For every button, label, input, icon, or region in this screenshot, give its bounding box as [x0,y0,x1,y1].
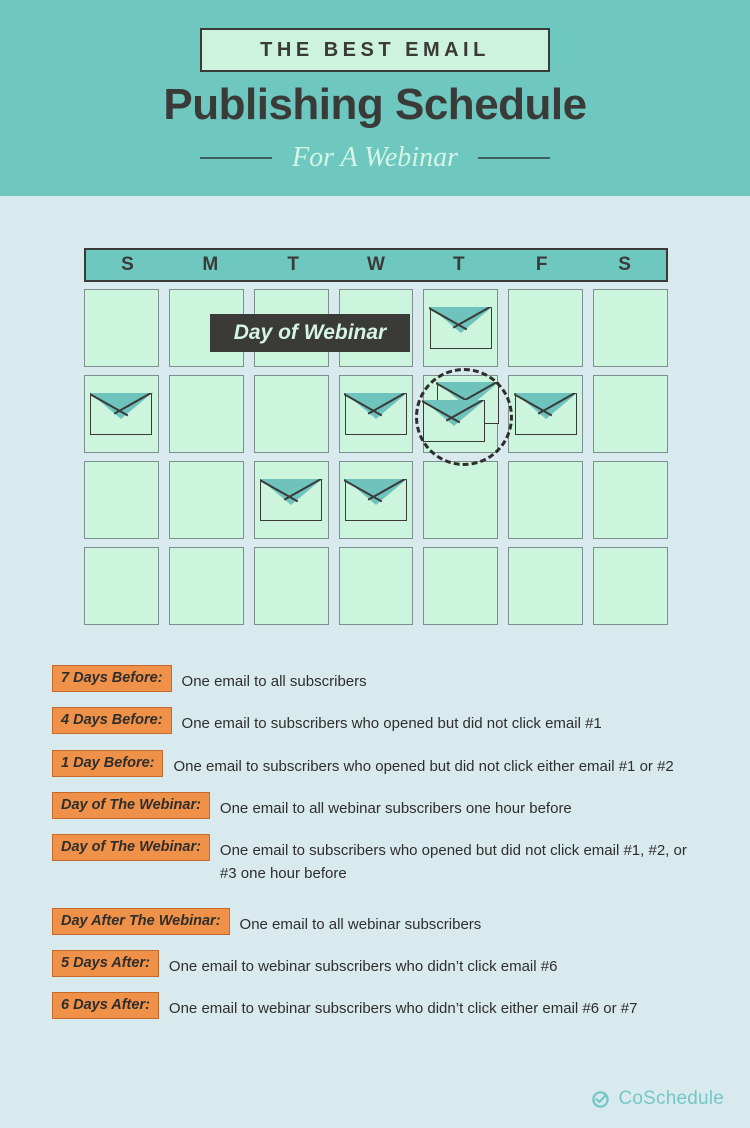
legend-badge: 5 Days After: [52,949,159,977]
subtitle-row: For A Webinar [0,142,750,174]
legend-badge: 4 Days Before: [52,707,172,735]
legend-description: One email to all subscribers [181,673,367,690]
calendar-cell[interactable] [168,375,244,453]
calendar-cell[interactable] [508,461,584,539]
coschedule-wordmark: CoSchedule [618,1088,724,1109]
envelope-flap [344,478,408,507]
calendar-row [84,368,668,466]
footer-brand: CoSchedule [590,1088,724,1110]
legend-badge: Day of The Webinar: [52,834,210,861]
calendar-day-header-row: SMTWTFS [84,248,668,282]
calendar-cell[interactable] [84,461,159,539]
calendar-cell[interactable] [338,375,414,453]
calendar-cell[interactable] [508,289,584,367]
calendar: S M T W T F S Day of Webinar [84,248,668,633]
envelope-icon [514,392,578,435]
calendar-cell[interactable] [508,547,584,625]
legend-description: One email to webinar subscribers who did… [168,957,558,975]
calendar-cell[interactable] [253,547,329,625]
calendar-cell[interactable] [253,461,329,539]
envelope-flap [259,478,323,507]
calendar-cell[interactable] [593,461,668,539]
calendar-row [84,547,668,625]
page-subtitle: For A Webinar [292,142,458,173]
legend-badge: 6 Days After: [52,992,159,1019]
envelope-flap [514,392,578,421]
page-title: Publishing Schedule [163,80,587,129]
calendar-cell[interactable] [423,289,499,367]
envelope-flap [422,399,486,428]
legend-item: 4 Days Before: One email to subscribers w… [52,707,732,735]
legend-description: One email to all webinar subscribers one… [219,799,572,817]
day-header-6: S [618,254,631,275]
calendar-cell[interactable] [338,547,414,625]
legend-description: One email to webinar subscribers who did… [168,1000,638,1017]
calendar-cell[interactable] [84,375,159,453]
envelope-flap [89,392,153,421]
envelope-icon [259,478,323,521]
day-header-5: F [535,254,548,275]
calendar-cell[interactable] [593,289,668,367]
calendar-cell[interactable] [338,461,414,539]
day-of-webinar-label: Day of Webinar [210,314,410,352]
calendar-cell[interactable] [508,375,584,453]
envelope-flap [344,392,408,421]
day-header-0: S [121,254,134,275]
legend-item: Day of The Webinar: One email to subscrib… [52,834,732,886]
right-dash-divider [477,157,550,159]
legend-list: 7 Days Before: One email to all subscribe… [52,665,732,1034]
calendar-cell[interactable] [423,461,499,539]
calendar-row [84,461,668,539]
calendar-cell[interactable] [84,547,159,625]
eyebrow-text: THE BEST EMAIL [260,38,490,61]
calendar-cell[interactable] [593,547,668,625]
calendar-grid: Day of Webinar [84,289,668,625]
day-header-3: W [367,254,385,275]
calendar-cell[interactable] [168,547,244,625]
calendar-cell[interactable] [414,368,513,466]
legend-item: 6 Days After: One email to webinar subscr… [52,992,732,1020]
envelope-icon [344,478,408,521]
eyebrow-box: THE BEST EMAIL [200,28,550,72]
envelope-icon [422,399,486,442]
legend-item: 1 Day Before: One email to subscribers wh… [52,749,732,778]
legend-item: 7 Days Before: One email to all subscribe… [52,665,732,693]
calendar-cell[interactable] [168,461,244,539]
legend-description: One email to subscribers who opened but … [219,842,687,883]
envelope-icon [89,392,153,435]
calendar-cell[interactable] [84,289,159,367]
legend-badge: 7 Days Before: [52,665,172,692]
envelope-flap [429,306,493,335]
coschedule-check-icon [590,1089,611,1110]
calendar-cell[interactable] [253,375,329,453]
legend-badge: Day of The Webinar: [52,791,210,819]
envelope-icon [344,392,408,435]
page-header: THE BEST EMAIL Publishing Schedule For A… [0,0,750,196]
legend-item: Day of The Webinar: One email to all webi… [52,791,732,820]
left-dash-divider [200,157,273,159]
day-header-4: T [453,254,465,275]
legend-item: Day After The Webinar: One email to all w… [52,907,732,936]
day-header-2: T [287,254,299,275]
legend-badge: Day After The Webinar: [52,907,230,935]
envelope-icon [429,306,493,349]
legend-description: One email to subscribers who opened but … [173,757,674,775]
calendar-cell[interactable] [423,547,499,625]
calendar-cell[interactable] [593,375,668,453]
legend-badge: 1 Day Before: [52,749,164,777]
legend-description: One email to subscribers who opened but … [181,715,602,733]
day-header-1: M [202,254,219,275]
legend-description: One email to all webinar subscribers [239,915,482,933]
day-of-webinar-text: Day of Webinar [233,321,387,344]
legend-item: 5 Days After: One email to webinar subscr… [52,949,732,978]
